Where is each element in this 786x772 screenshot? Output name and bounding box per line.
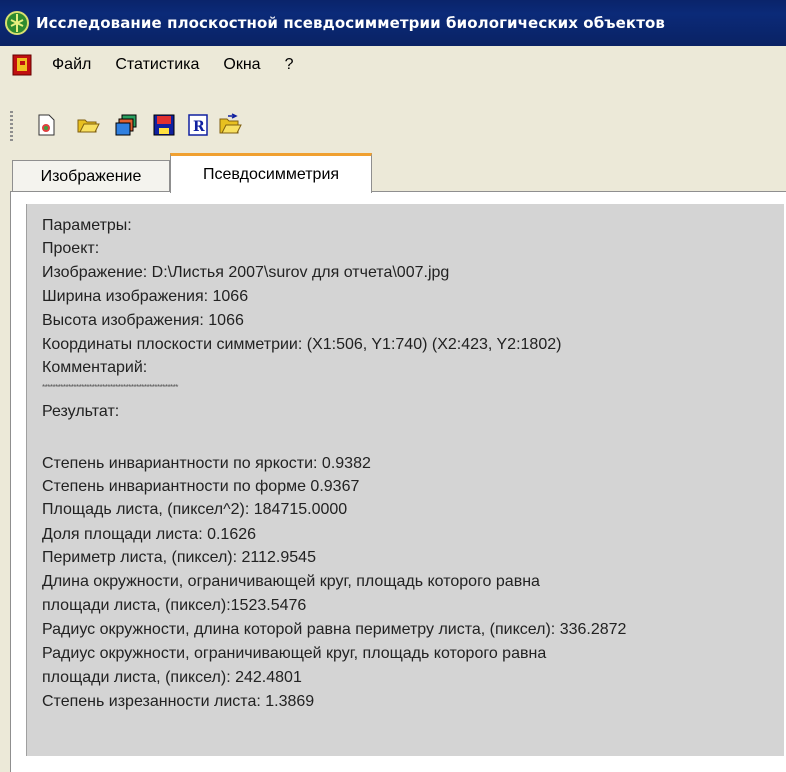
report-area-share: Доля площади листа: 0.1626 <box>42 526 257 543</box>
folder-export-icon[interactable] <box>218 113 242 137</box>
report-radius-area-1: Радиус окружности, ограничивающей круг, … <box>42 645 547 662</box>
report-coords: Координаты плоскости симметрии: (X1:506,… <box>42 336 562 353</box>
new-document-icon[interactable] <box>34 113 58 137</box>
report-radius-perimeter: Радиус окружности, длина которой равна п… <box>42 621 627 638</box>
toolbar-grip[interactable] <box>10 111 13 143</box>
menu-help[interactable]: ? <box>285 56 294 74</box>
window-title: Исследование плоскостной псевдосимметрии… <box>36 14 666 32</box>
tab-image[interactable]: Изображение <box>12 160 170 192</box>
report-image-path: Изображение: D:\Листья 2007\surov для от… <box>42 264 450 281</box>
leaf-app-icon <box>5 11 29 35</box>
open-folder-icon[interactable] <box>76 113 100 137</box>
report-height: Высота изображения: 1066 <box>42 312 244 329</box>
menu-windows[interactable]: Окна <box>223 56 260 74</box>
report-separator: ****************************************… <box>42 383 178 392</box>
report-radius-area-2: площади листа, (пиксел): 242.4801 <box>42 669 302 686</box>
title-bar[interactable]: Исследование плоскостной псевдосимметрии… <box>0 0 786 46</box>
app-menu-icon[interactable] <box>12 54 32 76</box>
report-circle-length-1: Длина окружности, ограничивающей круг, п… <box>42 573 540 590</box>
report-r-icon[interactable]: R <box>186 113 210 137</box>
report-shape: Степень инвариантности по форме 0.9367 <box>42 478 360 495</box>
report-project: Проект: <box>42 240 100 257</box>
menu-file[interactable]: Файл <box>52 56 91 74</box>
svg-text:R: R <box>193 119 205 135</box>
menu-statistics[interactable]: Статистика <box>115 56 199 74</box>
tab-pseudosymmetry[interactable]: Псевдосимметрия <box>170 153 372 193</box>
report-result: Результат: <box>42 403 120 420</box>
report-area: Площадь листа, (пиксел^2): 184715.0000 <box>42 501 348 518</box>
report-width: Ширина изображения: 1066 <box>42 288 249 305</box>
report-dissection: Степень изрезанности листа: 1.3869 <box>42 693 315 710</box>
report-circle-length-2: площади листа, (пиксел):1523.5476 <box>42 597 307 614</box>
toolbar: R <box>0 84 786 150</box>
save-disk-icon[interactable] <box>152 113 176 137</box>
report-perimeter: Периметр листа, (пиксел): 2112.9545 <box>42 549 316 566</box>
menu-bar: Файл Статистика Окна ? <box>0 46 786 84</box>
report-params: Параметры: <box>42 217 132 234</box>
report-comment: Комментарий: <box>42 359 148 376</box>
windows-icon[interactable] <box>114 113 138 137</box>
report-brightness: Степень инвариантности по яркости: 0.938… <box>42 455 371 472</box>
